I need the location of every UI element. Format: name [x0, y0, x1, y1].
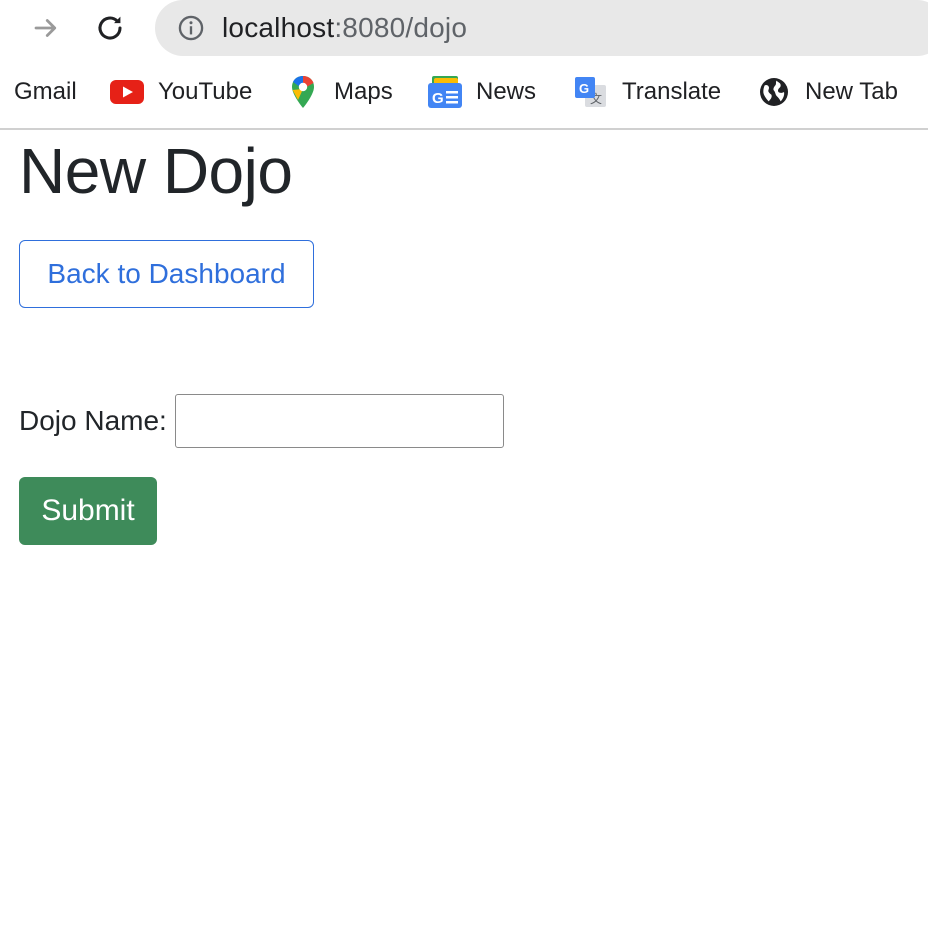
bookmark-label: News	[476, 78, 537, 105]
url-path: :8080/dojo	[334, 12, 468, 43]
bookmark-new-tab[interactable]: New Tab	[757, 70, 898, 114]
svg-text:G: G	[579, 81, 589, 96]
back-to-dashboard-button[interactable]: Back to Dashboard	[19, 240, 314, 308]
svg-text:G: G	[432, 90, 444, 107]
bookmarks-bar: Gmail YouTube Maps G News 文 G Translate …	[0, 70, 928, 114]
browser-nav-row: localhost:8080/dojo	[0, 0, 928, 60]
dojo-name-row: Dojo Name:	[19, 394, 504, 448]
url-host: localhost	[222, 12, 335, 43]
dojo-name-input[interactable]	[174, 394, 504, 448]
bookmark-news[interactable]: G News	[428, 70, 536, 114]
bookmark-gmail[interactable]: Gmail	[14, 70, 77, 114]
dojo-name-label: Dojo Name:	[19, 405, 167, 436]
submit-button[interactable]: Submit	[19, 477, 157, 545]
browser-chrome: localhost:8080/dojo Gmail YouTube Maps G…	[0, 0, 928, 130]
address-bar[interactable]: localhost:8080/dojo	[155, 0, 928, 56]
bookmark-translate[interactable]: 文 G Translate	[574, 70, 721, 114]
page-title: New Dojo	[19, 135, 293, 207]
forward-arrow-icon[interactable]	[26, 8, 66, 48]
bookmark-label: Maps	[334, 78, 393, 105]
youtube-icon	[110, 75, 144, 109]
bookmark-label: YouTube	[158, 78, 253, 105]
globe-icon	[757, 75, 791, 109]
bookmark-label: Translate	[622, 78, 722, 105]
google-news-icon: G	[428, 75, 462, 109]
info-icon[interactable]	[177, 14, 205, 42]
maps-pin-icon	[286, 75, 320, 109]
google-translate-icon: 文 G	[574, 75, 608, 109]
reload-icon[interactable]	[90, 8, 130, 48]
bookmark-maps[interactable]: Maps	[286, 70, 393, 114]
bookmark-label: New Tab	[805, 78, 898, 105]
bookmark-label: Gmail	[14, 78, 77, 105]
url-text[interactable]: localhost:8080/dojo	[222, 12, 467, 44]
bookmark-youtube[interactable]: YouTube	[110, 70, 252, 114]
